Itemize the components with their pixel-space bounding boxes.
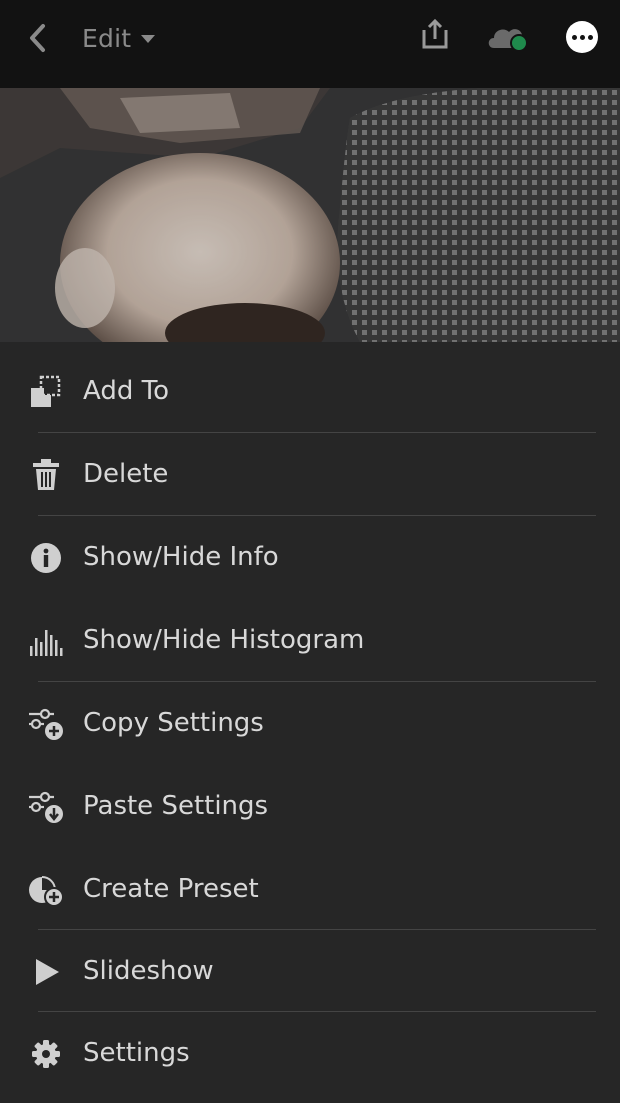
trash-icon <box>28 457 64 493</box>
dot <box>579 34 585 40</box>
menu-item-label: Slideshow <box>83 956 214 986</box>
play-icon <box>28 954 64 990</box>
create-preset-icon <box>28 872 64 908</box>
menu-item-paste-settings[interactable]: Paste Settings <box>0 765 620 848</box>
menu-item-copy-settings[interactable]: Copy Settings <box>0 682 620 765</box>
menu-item-label: Copy Settings <box>83 708 264 738</box>
paste-settings-icon <box>28 789 64 825</box>
menu-item-label: Paste Settings <box>83 791 269 821</box>
dot <box>587 34 593 40</box>
menu-item-show-hide-histogram[interactable]: Show/Hide Histogram <box>0 599 620 682</box>
menu-item-slideshow[interactable]: Slideshow <box>0 930 620 1013</box>
menu-item-label: Delete <box>83 459 169 489</box>
info-icon <box>28 540 64 576</box>
copy-settings-icon <box>28 706 64 742</box>
edit-label: Edit <box>82 23 132 53</box>
share-icon[interactable] <box>418 18 452 52</box>
cloud-sync-icon[interactable] <box>484 20 532 56</box>
edit-mode-dropdown[interactable]: Edit <box>82 20 156 56</box>
photo-preview[interactable] <box>0 88 620 342</box>
back-icon[interactable] <box>24 22 54 54</box>
menu-item-add-to[interactable]: Add To <box>0 350 620 433</box>
menu-item-label: Show/Hide Info <box>83 542 279 572</box>
dot <box>571 34 577 40</box>
top-bar: Edit <box>0 0 620 88</box>
menu-item-label: Create Preset <box>83 874 259 904</box>
menu-item-settings[interactable]: Settings <box>0 1012 620 1095</box>
menu-item-label: Settings <box>83 1038 190 1068</box>
add-to-album-icon <box>28 374 64 410</box>
histogram-icon <box>28 623 64 659</box>
menu-item-delete[interactable]: Delete <box>0 433 620 516</box>
menu-item-label: Show/Hide Histogram <box>83 625 365 655</box>
options-menu-sheet: Add To Delete Show/Hide Info Show/Hide H… <box>0 342 620 1103</box>
more-options-icon[interactable] <box>566 21 598 53</box>
chevron-down-icon <box>141 35 156 43</box>
menu-item-label: Add To <box>83 376 169 406</box>
gear-icon <box>28 1036 64 1072</box>
menu-item-show-hide-info[interactable]: Show/Hide Info <box>0 516 620 599</box>
menu-item-create-preset[interactable]: Create Preset <box>0 848 620 931</box>
